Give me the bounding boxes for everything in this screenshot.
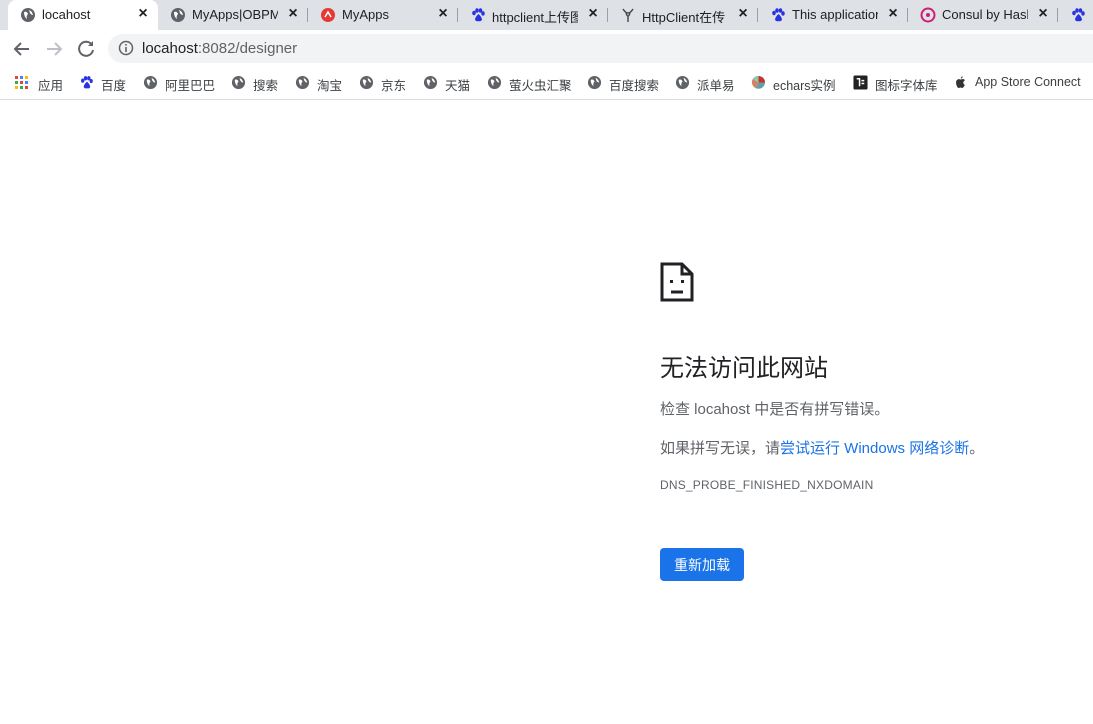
tab-title: This application — [792, 7, 878, 22]
sad-page-icon — [660, 262, 694, 302]
close-icon[interactable]: × — [584, 5, 602, 23]
error-title: 无法访问此网站 — [660, 355, 828, 382]
arrow-left-icon — [13, 42, 29, 56]
globe-icon — [487, 75, 502, 90]
tab-2[interactable]: MyApps × — [308, 0, 458, 30]
iconfont-icon — [853, 75, 868, 90]
bookmark-label: 淘宝 — [317, 79, 343, 93]
tab-0[interactable]: locahost × — [8, 0, 158, 30]
tab-title: MyApps — [342, 7, 389, 22]
globe-icon — [231, 75, 246, 90]
address-bar[interactable]: locahost:8082/designer — [108, 34, 1093, 63]
bookmark-label: 萤火虫汇聚 — [509, 79, 572, 93]
globe-icon — [359, 75, 374, 90]
error-suggestion-diagnostics: 如果拼写无误，请尝试运行 Windows 网络诊断。 — [660, 437, 984, 458]
reload-button[interactable] — [75, 38, 97, 60]
globe-icon — [587, 75, 602, 90]
globe-icon — [143, 75, 158, 90]
globe-icon — [423, 75, 438, 90]
tab-5[interactable]: This application × — [758, 0, 908, 30]
tab-title: MyApps|OBPM — [192, 7, 278, 22]
tab-4[interactable]: HttpClient在传 × — [608, 0, 758, 30]
baidu-paw-icon — [472, 8, 485, 22]
bookmark-label: 派单易 — [697, 79, 735, 93]
bookmark-label: 百度搜索 — [609, 79, 660, 93]
myapps-logo-icon — [321, 8, 335, 22]
globe-icon — [21, 8, 35, 22]
back-button[interactable] — [11, 38, 33, 60]
bookmark-label: App Store Connect — [975, 75, 1081, 89]
arrow-right-icon — [47, 42, 63, 56]
apple-icon — [956, 76, 965, 88]
tab-strip: locahost × MyApps|OBPM × MyApps × httpcl… — [0, 0, 1093, 30]
consul-icon — [920, 7, 936, 23]
close-icon[interactable]: × — [734, 5, 752, 23]
echarts-icon — [751, 75, 766, 89]
tab-title: locahost — [42, 7, 91, 22]
diagnostics-prefix: 如果拼写无误，请 — [660, 440, 781, 457]
tab-7[interactable] — [1058, 0, 1093, 30]
bookmark-label: 搜索 — [253, 79, 279, 93]
tab-title: Consul by HashiCorp — [942, 7, 1028, 22]
url-host: locahost — [142, 40, 198, 57]
info-icon[interactable] — [118, 40, 134, 56]
bookmark-label: 百度 — [101, 79, 127, 93]
page-content: 无法访问此网站 检查 locahost 中是否有拼写错误。 如果拼写无误，请尝试… — [0, 100, 1093, 724]
bookmark-label: echars实例 — [773, 79, 836, 93]
refresh-icon — [78, 40, 94, 57]
baidu-paw-icon — [1072, 8, 1085, 22]
bookmark-label: 天猫 — [445, 79, 471, 93]
close-icon[interactable]: × — [434, 5, 452, 23]
baidu-paw-icon — [81, 76, 93, 89]
bookmark-label: 京东 — [381, 79, 407, 93]
error-code: DNS_PROBE_FINISHED_NXDOMAIN — [660, 478, 874, 492]
url-text: locahost:8082/designer — [142, 40, 297, 57]
close-icon[interactable]: × — [284, 5, 302, 23]
close-icon[interactable]: × — [884, 5, 902, 23]
tab-title: HttpClient在传 — [642, 10, 726, 25]
browser-toolbar: locahost:8082/designer — [0, 30, 1093, 68]
globe-icon — [295, 75, 310, 90]
url-path: :8082/designer — [197, 40, 298, 57]
bookmarks-bar: 应用 百度 阿里巴巴 搜索 淘宝 京东 天猫 萤火虫汇聚 百度搜索 派单易 ec… — [0, 68, 1093, 100]
network-diagnostics-link[interactable]: 尝试运行 Windows 网络诊断 — [780, 440, 969, 457]
error-suggestion-spelling: 检查 locahost 中是否有拼写错误。 — [660, 401, 890, 418]
close-icon[interactable]: × — [134, 5, 152, 23]
osc-icon — [622, 8, 634, 22]
close-icon[interactable]: × — [1034, 5, 1052, 23]
tab-3[interactable]: httpclient上传图 × — [458, 0, 608, 30]
tab-6[interactable]: Consul by HashiCorp × — [908, 0, 1058, 30]
bookmark-label: 阿里巴巴 — [165, 79, 216, 93]
apps-grid-icon — [15, 76, 28, 89]
forward-button[interactable] — [43, 38, 65, 60]
globe-icon — [675, 75, 690, 90]
diagnostics-suffix: 。 — [969, 440, 985, 457]
tab-1[interactable]: MyApps|OBPM × — [158, 0, 308, 30]
globe-icon — [171, 8, 185, 22]
baidu-paw-icon — [772, 8, 785, 22]
bookmark-label: 图标字体库 — [875, 79, 938, 93]
tab-title: httpclient上传图 — [492, 10, 578, 25]
reload-page-button[interactable]: 重新加载 — [660, 548, 744, 581]
bookmark-label: 应用 — [38, 79, 64, 93]
